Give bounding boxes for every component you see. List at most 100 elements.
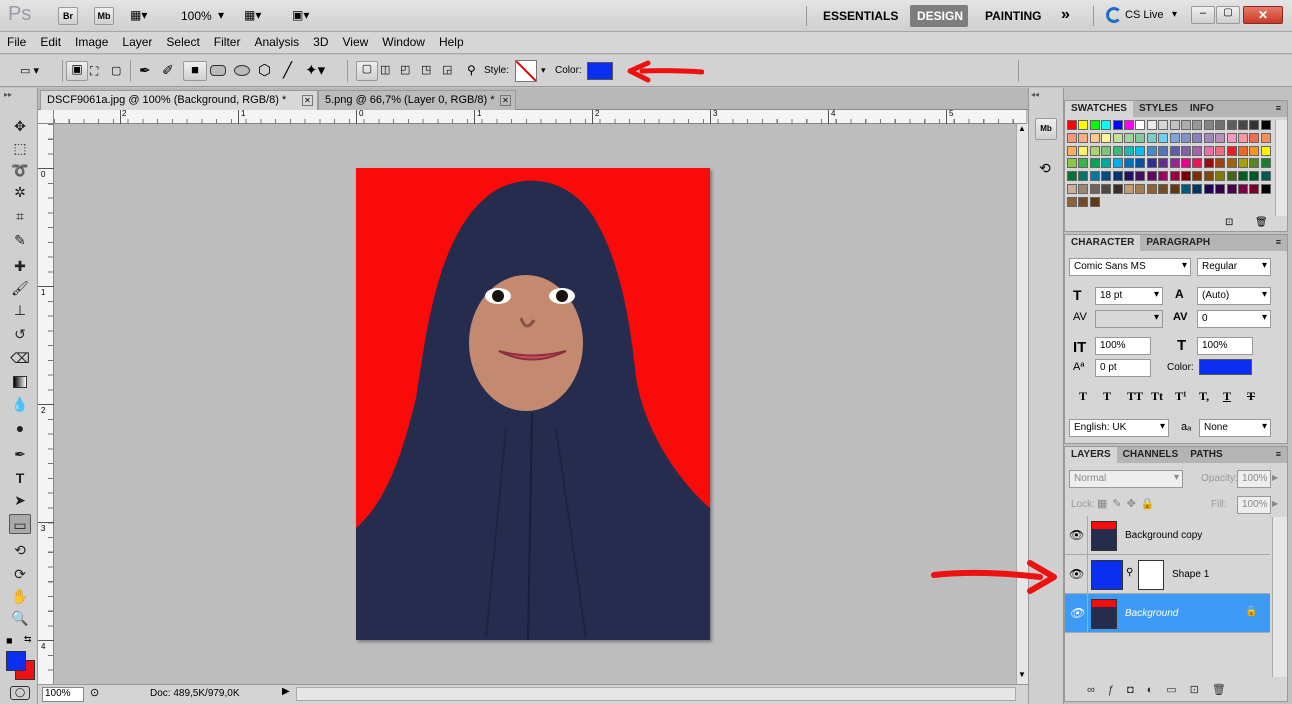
crop-tool-icon[interactable]: ⌗ [9, 206, 31, 226]
swatch-grid[interactable] [1067, 120, 1274, 216]
tab-swatches[interactable]: SWATCHES [1065, 101, 1133, 117]
eraser-icon[interactable]: ⌫ [9, 348, 31, 368]
pen-tool-icon[interactable]: ✒ [139, 62, 151, 79]
swatch[interactable] [1089, 145, 1100, 156]
swatch[interactable] [1146, 145, 1157, 156]
swatch[interactable] [1169, 145, 1180, 156]
line-tool-icon[interactable]: ╱ [283, 61, 292, 79]
swatch[interactable] [1067, 158, 1077, 169]
swatch[interactable] [1146, 184, 1157, 194]
swatch[interactable] [1101, 132, 1112, 143]
swatch[interactable] [1146, 132, 1157, 143]
typo-style-button[interactable]: T [1223, 389, 1231, 404]
swatch[interactable] [1124, 171, 1134, 182]
swatch[interactable] [1192, 120, 1203, 130]
panel-menu-icon[interactable]: ≡ [1270, 235, 1287, 249]
tab-styles[interactable]: STYLES [1133, 101, 1184, 117]
blur-tool-icon[interactable]: 💧 [9, 394, 31, 414]
swatch[interactable] [1078, 120, 1089, 130]
swatch[interactable] [1249, 171, 1260, 182]
horizontal-scale-field[interactable]: 100% [1197, 337, 1253, 355]
swatch[interactable] [1203, 171, 1214, 182]
swatch[interactable] [1238, 184, 1248, 194]
swatch[interactable] [1158, 120, 1169, 130]
swatch[interactable] [1203, 158, 1214, 169]
cs-live-button[interactable]: CS Live [1125, 9, 1164, 21]
swatch[interactable] [1215, 171, 1226, 182]
typo-style-button[interactable]: T, [1199, 389, 1209, 404]
swatch[interactable] [1249, 158, 1260, 169]
swatch[interactable] [1169, 184, 1180, 194]
scroll-up-icon[interactable]: ▲ [1018, 124, 1026, 133]
typo-style-button[interactable]: Tt [1151, 389, 1163, 404]
antialias-field[interactable]: None [1199, 419, 1271, 437]
swatch[interactable] [1089, 196, 1100, 207]
tool-preset-picker[interactable]: ▭ ▾ [20, 64, 54, 80]
menu-file[interactable]: File [0, 32, 33, 49]
new-swatch-icon[interactable]: ⊡ [1225, 217, 1233, 228]
swatch[interactable] [1226, 171, 1237, 182]
swatch[interactable] [1067, 171, 1077, 182]
swatch[interactable] [1089, 158, 1100, 169]
swatch[interactable] [1181, 158, 1191, 169]
default-colors-icon[interactable]: ◼ [6, 636, 13, 645]
menu-help[interactable]: Help [432, 32, 471, 49]
swatch[interactable] [1192, 171, 1203, 182]
scroll-down-icon[interactable]: ▼ [1018, 670, 1026, 679]
eye-icon[interactable]: 👁 [1069, 528, 1084, 542]
swap-colors-icon[interactable]: ⇆ [24, 634, 32, 645]
freeform-pen-icon[interactable]: ✐ [162, 62, 174, 79]
zoom-tool-icon[interactable]: 🔍 [9, 608, 31, 628]
document-image[interactable] [356, 168, 710, 640]
healing-brush-icon[interactable]: ✚ [9, 256, 31, 276]
swatch[interactable] [1135, 158, 1146, 169]
swatch[interactable] [1226, 184, 1237, 194]
panel-menu-icon[interactable]: ≡ [1270, 101, 1287, 115]
clone-stamp-icon[interactable]: ⊥ [9, 300, 31, 320]
layer-name[interactable]: Background copy [1125, 530, 1202, 541]
swatch[interactable] [1067, 196, 1077, 207]
style-dropdown-icon[interactable]: ▾ [541, 65, 546, 76]
tab-layers[interactable]: LAYERS [1065, 447, 1117, 463]
zoom-level[interactable]: 100% [181, 9, 212, 23]
swatch[interactable] [1146, 171, 1157, 182]
swatch[interactable] [1203, 184, 1214, 194]
swatch[interactable] [1260, 171, 1271, 182]
maximize-button[interactable]: ▢ [1216, 6, 1240, 24]
more-workspaces-icon[interactable]: » [1061, 6, 1070, 24]
kerning-field[interactable] [1095, 310, 1163, 328]
swatch[interactable] [1112, 171, 1123, 182]
path-selection-icon[interactable]: ➤ [9, 490, 31, 510]
swatch[interactable] [1238, 145, 1248, 156]
swatch[interactable] [1215, 184, 1226, 194]
workspace-painting[interactable]: PAINTING [985, 9, 1041, 23]
opacity-field[interactable]: 100% [1237, 470, 1271, 488]
cs-live-icon[interactable] [1106, 7, 1122, 23]
tab-5-png[interactable]: 5.png @ 66,7% (Layer 0, RGB/8) * ✕ [318, 90, 516, 110]
layers-footer-icons[interactable]: ∞ƒ◘◐▭⊡🗑 [1087, 683, 1239, 696]
swatch[interactable] [1067, 132, 1077, 143]
typo-style-button[interactable]: T [1079, 389, 1087, 404]
fill-pixels-button[interactable]: ▢ [111, 64, 121, 77]
swatch[interactable] [1078, 158, 1089, 169]
tab-info[interactable]: INFO [1184, 101, 1220, 117]
swatch[interactable] [1112, 158, 1123, 169]
swatch[interactable] [1215, 132, 1226, 143]
vertical-scrollbar[interactable]: ▲ ▼ [1016, 124, 1028, 684]
fill-field[interactable]: 100% [1237, 496, 1271, 514]
swatch[interactable] [1169, 132, 1180, 143]
swatch[interactable] [1181, 132, 1191, 143]
swatch[interactable] [1124, 184, 1134, 194]
swatch[interactable] [1260, 132, 1271, 143]
view-extras-button[interactable]: ▦▾ [130, 8, 160, 24]
exclude-shape-areas-icon[interactable]: ◲ [442, 63, 452, 76]
quick-mask-icon[interactable]: ◯ [10, 686, 30, 700]
move-tool-icon[interactable]: ✥ [9, 116, 31, 136]
tab-dscf9061a[interactable]: DSCF9061a.jpg @ 100% (Background, RGB/8)… [40, 90, 318, 110]
swatch[interactable] [1101, 184, 1112, 194]
paths-button[interactable]: ⛶ [90, 64, 98, 79]
shape-color-swatch[interactable] [587, 62, 613, 80]
eye-icon[interactable]: 👁 [1069, 606, 1084, 620]
type-tool-icon[interactable]: T [9, 468, 31, 488]
create-new-shape-layer-button[interactable]: ▢ [356, 61, 378, 81]
